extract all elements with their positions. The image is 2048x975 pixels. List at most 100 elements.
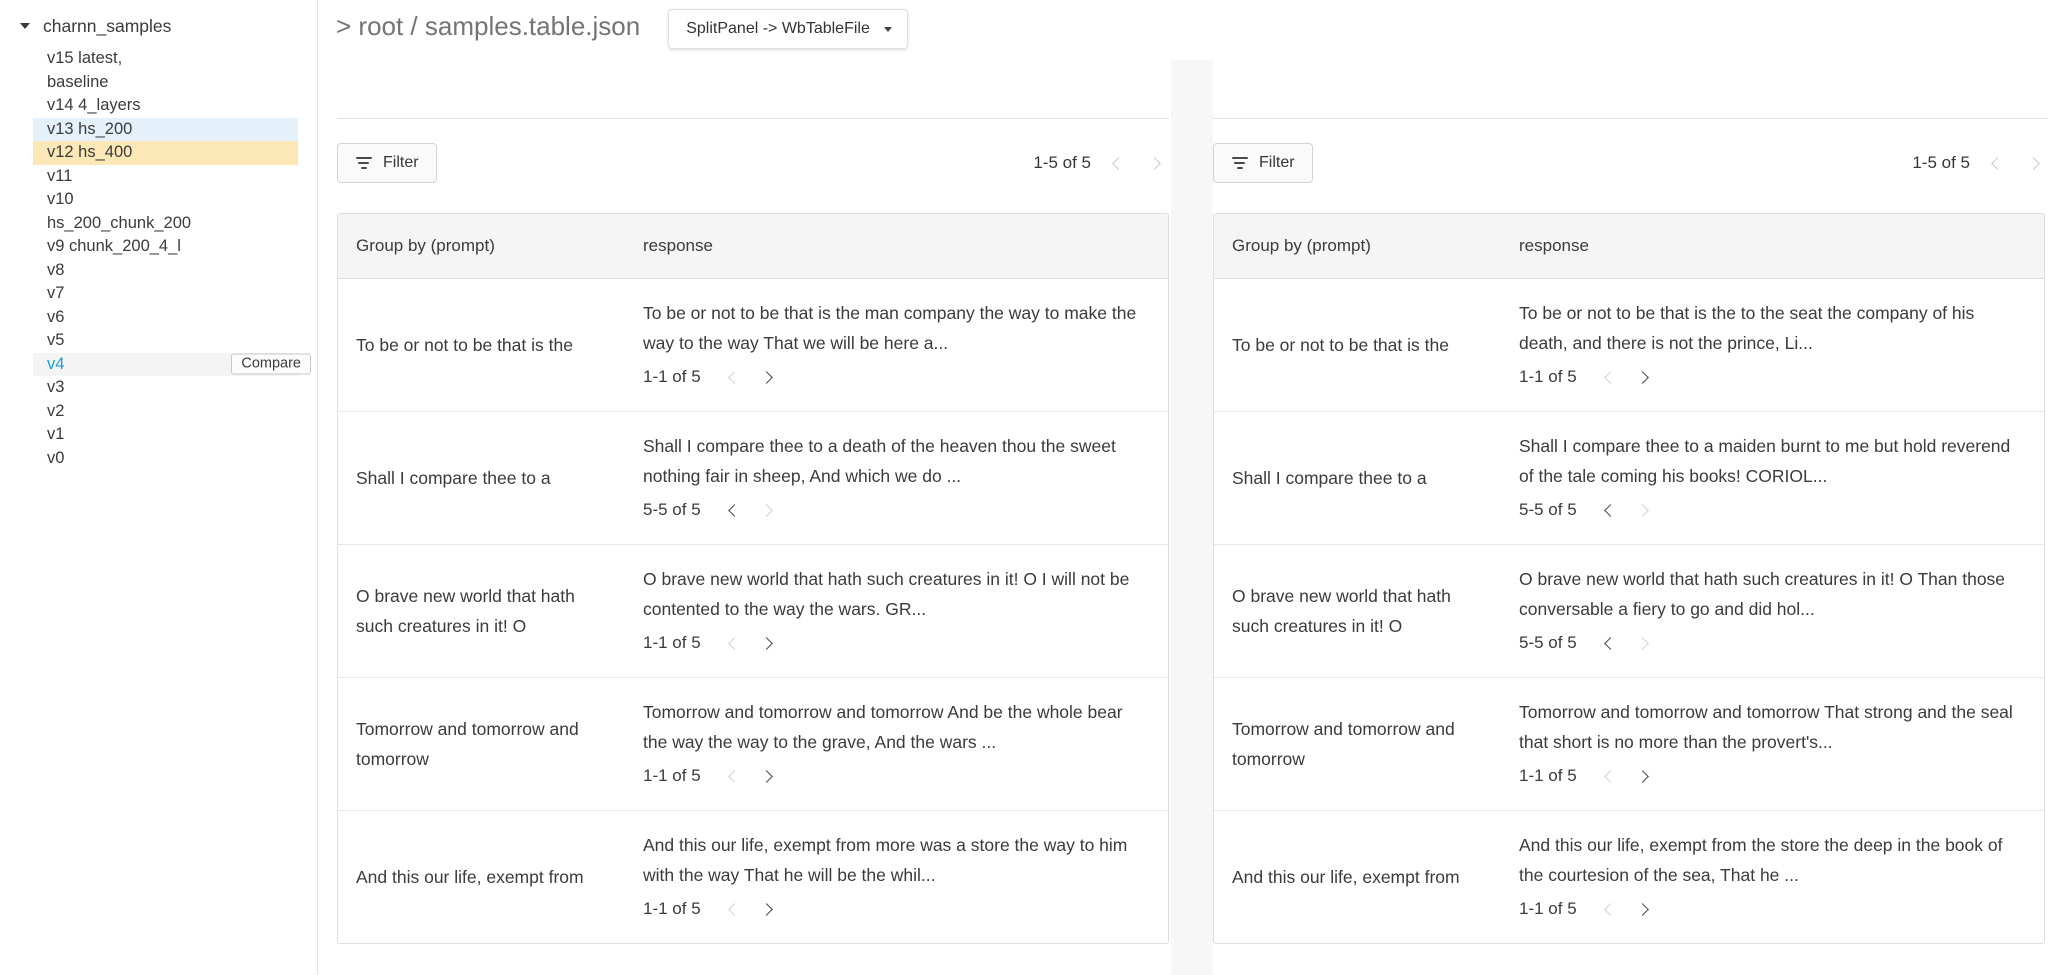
- chevron-right-icon: [760, 770, 773, 783]
- column-header-response[interactable]: response: [1501, 214, 2044, 279]
- sidebar-version-item[interactable]: baseline: [0, 71, 317, 95]
- response-text: To be or not to be that is the man compa…: [643, 298, 1150, 358]
- row-prev-button[interactable]: [1602, 634, 1620, 652]
- sidebar-version-item[interactable]: v0: [0, 447, 317, 471]
- panel-type-label: SplitPanel -> WbTableFile: [686, 20, 870, 38]
- row-prev-button[interactable]: [726, 634, 744, 652]
- prompt-cell[interactable]: Shall I compare thee to a: [338, 411, 625, 544]
- sidebar-version-item[interactable]: v2: [0, 400, 317, 424]
- response-cell[interactable]: And this our life, exempt from the store…: [1501, 810, 2044, 943]
- compare-button[interactable]: Compare: [231, 354, 311, 375]
- sidebar-version-item[interactable]: v9 chunk_200_4_l: [0, 235, 317, 259]
- prompt-cell[interactable]: Shall I compare thee to a: [1214, 411, 1501, 544]
- chevron-right-icon: [2027, 157, 2040, 170]
- row-next-button[interactable]: [1634, 634, 1652, 652]
- row-prev-button[interactable]: [726, 767, 744, 785]
- prompt-cell[interactable]: Tomorrow and tomorrow and tomorrow: [1214, 677, 1501, 810]
- prompt-cell[interactable]: O brave new world that hath such creatur…: [1214, 544, 1501, 677]
- sidebar-version-item[interactable]: v6: [0, 306, 317, 330]
- row-pagination-label: 1-1 of 5: [643, 362, 701, 392]
- row-next-button[interactable]: [1634, 501, 1652, 519]
- version-list: v15 latest, baseline v14 4_layers v13 hs…: [0, 47, 317, 470]
- response-text: And this our life, exempt from the store…: [1519, 830, 2026, 890]
- next-page-button[interactable]: [2024, 154, 2042, 172]
- response-cell[interactable]: O brave new world that hath such creatur…: [1501, 544, 2044, 677]
- prompt-text: Shall I compare thee to a: [356, 468, 551, 488]
- column-header-prompt[interactable]: Group by (prompt): [1214, 214, 1501, 279]
- sidebar-version-item[interactable]: v7: [0, 282, 317, 306]
- response-cell[interactable]: Tomorrow and tomorrow and tomorrow That …: [1501, 677, 2044, 810]
- chevron-right-icon: [1636, 770, 1649, 783]
- row-prev-button[interactable]: [726, 900, 744, 918]
- table-toolbar: Filter 1-5 of 5: [337, 143, 1169, 183]
- sidebar-version-item[interactable]: v10: [0, 188, 317, 212]
- row-next-button[interactable]: [1634, 767, 1652, 785]
- row-next-button[interactable]: [1634, 368, 1652, 386]
- row-pagination: 5-5 of 5: [1519, 495, 2026, 525]
- response-cell[interactable]: O brave new world that hath such creatur…: [625, 544, 1168, 677]
- prompt-text: Tomorrow and tomorrow and tomorrow: [1232, 719, 1455, 769]
- prompt-cell[interactable]: And this our life, exempt from: [338, 810, 625, 943]
- prompt-cell[interactable]: Tomorrow and tomorrow and tomorrow: [338, 677, 625, 810]
- row-next-button[interactable]: [758, 368, 776, 386]
- sidebar-version-item[interactable]: v8: [0, 259, 317, 283]
- sidebar-version-item[interactable]: v1: [0, 423, 317, 447]
- version-label: v7: [47, 284, 64, 302]
- next-page-button[interactable]: [1145, 154, 1163, 172]
- sidebar-version-item[interactable]: v5: [0, 329, 317, 353]
- row-next-button[interactable]: [758, 634, 776, 652]
- version-label: v4: [47, 355, 64, 373]
- prompt-cell[interactable]: And this our life, exempt from: [1214, 810, 1501, 943]
- row-prev-button[interactable]: [1602, 368, 1620, 386]
- version-label: v13 hs_200: [47, 120, 132, 138]
- chevron-right-icon: [1636, 504, 1649, 517]
- sidebar-version-item[interactable]: v14 4_layers: [0, 94, 317, 118]
- row-pagination-label: 1-1 of 5: [1519, 362, 1577, 392]
- filter-button[interactable]: Filter: [337, 143, 437, 183]
- row-pagination: 1-1 of 5: [1519, 761, 2026, 791]
- response-cell[interactable]: And this our life, exempt from more was …: [625, 810, 1168, 943]
- row-next-button[interactable]: [758, 767, 776, 785]
- response-cell[interactable]: To be or not to be that is the to the se…: [1501, 279, 2044, 411]
- row-prev-button[interactable]: [1602, 767, 1620, 785]
- row-next-button[interactable]: [758, 900, 776, 918]
- prev-page-button[interactable]: [1988, 154, 2006, 172]
- row-prev-button[interactable]: [1602, 900, 1620, 918]
- filter-icon: [355, 157, 372, 169]
- main-content: > root / samples.table.json SplitPanel -…: [318, 0, 2048, 975]
- filter-button[interactable]: Filter: [1213, 143, 1313, 183]
- artifact-name: charnn_samples: [43, 16, 171, 37]
- prompt-cell[interactable]: To be or not to be that is the: [1214, 279, 1501, 411]
- sidebar-version-item[interactable]: v4 Compare: [33, 353, 298, 377]
- row-prev-button[interactable]: [726, 501, 744, 519]
- row-next-button[interactable]: [758, 501, 776, 519]
- row-pagination: 1-1 of 5: [643, 362, 1150, 392]
- response-cell[interactable]: Shall I compare thee to a death of the h…: [625, 411, 1168, 544]
- sidebar-version-item[interactable]: v12 hs_400: [33, 141, 298, 165]
- sidebar-version-item[interactable]: v15 latest,: [0, 47, 317, 71]
- response-cell[interactable]: Shall I compare thee to a maiden burnt t…: [1501, 411, 2044, 544]
- row-pagination: 5-5 of 5: [643, 495, 1150, 525]
- prompt-cell[interactable]: O brave new world that hath such creatur…: [338, 544, 625, 677]
- chevron-right-icon: [1636, 637, 1649, 650]
- response-cell[interactable]: To be or not to be that is the man compa…: [625, 279, 1168, 411]
- panel-gutter[interactable]: [1171, 60, 1213, 975]
- table-row: Tomorrow and tomorrow and tomorrow Tomor…: [1214, 677, 2044, 810]
- samples-table: Group by (prompt) response To be or not …: [1213, 213, 2045, 944]
- row-prev-button[interactable]: [726, 368, 744, 386]
- sidebar-version-item[interactable]: v11: [0, 165, 317, 189]
- response-cell[interactable]: Tomorrow and tomorrow and tomorrow And b…: [625, 677, 1168, 810]
- sidebar-version-item[interactable]: v3: [0, 376, 317, 400]
- version-label: baseline: [47, 73, 108, 91]
- column-header-prompt[interactable]: Group by (prompt): [338, 214, 625, 279]
- column-header-response[interactable]: response: [625, 214, 1168, 279]
- sidebar-version-item[interactable]: hs_200_chunk_200: [0, 212, 317, 236]
- prev-page-button[interactable]: [1109, 154, 1127, 172]
- sidebar-version-item[interactable]: v13 hs_200: [33, 118, 298, 142]
- panel-type-dropdown[interactable]: SplitPanel -> WbTableFile: [668, 9, 908, 49]
- row-prev-button[interactable]: [1602, 501, 1620, 519]
- breadcrumb[interactable]: > root / samples.table.json: [336, 8, 640, 44]
- artifact-tree-toggle[interactable]: charnn_samples: [0, 14, 317, 38]
- row-next-button[interactable]: [1634, 900, 1652, 918]
- prompt-cell[interactable]: To be or not to be that is the: [338, 279, 625, 411]
